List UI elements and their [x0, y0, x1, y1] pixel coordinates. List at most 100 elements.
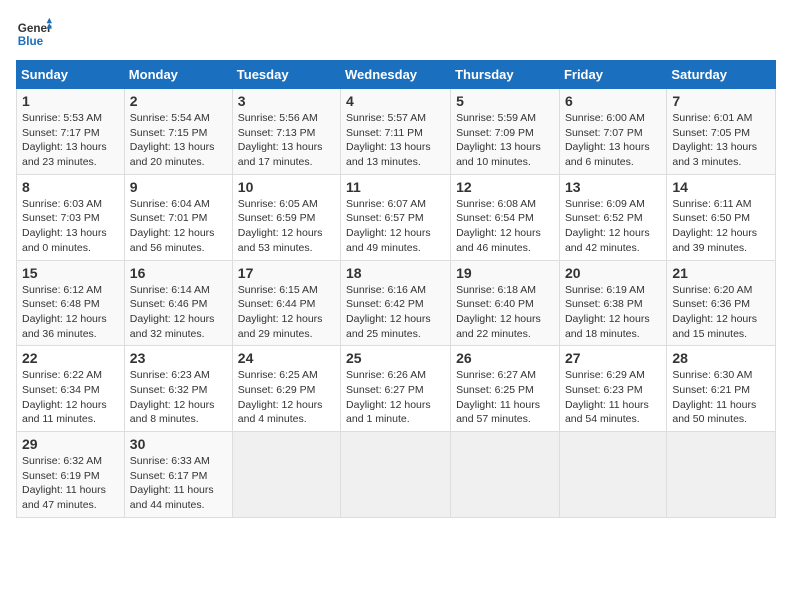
calendar-cell: 8 Sunrise: 6:03 AMSunset: 7:03 PMDayligh… — [17, 174, 125, 260]
day-number: 24 — [238, 350, 335, 366]
day-number: 29 — [22, 436, 119, 452]
col-header-monday: Monday — [124, 61, 232, 89]
col-header-thursday: Thursday — [451, 61, 560, 89]
day-number: 21 — [672, 265, 770, 281]
calendar-cell: 30 Sunrise: 6:33 AMSunset: 6:17 PMDaylig… — [124, 432, 232, 518]
day-detail: Sunrise: 6:26 AMSunset: 6:27 PMDaylight:… — [346, 369, 431, 425]
day-number: 20 — [565, 265, 661, 281]
day-detail: Sunrise: 6:29 AMSunset: 6:23 PMDaylight:… — [565, 369, 649, 425]
day-number: 7 — [672, 93, 770, 109]
day-detail: Sunrise: 6:30 AMSunset: 6:21 PMDaylight:… — [672, 369, 756, 425]
calendar-cell — [451, 432, 560, 518]
day-number: 23 — [130, 350, 227, 366]
calendar-cell: 7 Sunrise: 6:01 AMSunset: 7:05 PMDayligh… — [667, 89, 776, 175]
day-detail: Sunrise: 6:23 AMSunset: 6:32 PMDaylight:… — [130, 369, 215, 425]
day-number: 3 — [238, 93, 335, 109]
day-number: 27 — [565, 350, 661, 366]
calendar-cell: 18 Sunrise: 6:16 AMSunset: 6:42 PMDaylig… — [341, 260, 451, 346]
logo-icon: General Blue — [16, 16, 52, 52]
day-detail: Sunrise: 6:19 AMSunset: 6:38 PMDaylight:… — [565, 284, 650, 340]
day-detail: Sunrise: 6:12 AMSunset: 6:48 PMDaylight:… — [22, 284, 107, 340]
day-detail: Sunrise: 6:20 AMSunset: 6:36 PMDaylight:… — [672, 284, 757, 340]
calendar-cell: 9 Sunrise: 6:04 AMSunset: 7:01 PMDayligh… — [124, 174, 232, 260]
day-number: 9 — [130, 179, 227, 195]
calendar-cell: 16 Sunrise: 6:14 AMSunset: 6:46 PMDaylig… — [124, 260, 232, 346]
calendar-cell — [559, 432, 666, 518]
day-number: 19 — [456, 265, 554, 281]
calendar-cell: 29 Sunrise: 6:32 AMSunset: 6:19 PMDaylig… — [17, 432, 125, 518]
day-number: 4 — [346, 93, 445, 109]
col-header-friday: Friday — [559, 61, 666, 89]
day-detail: Sunrise: 6:09 AMSunset: 6:52 PMDaylight:… — [565, 198, 650, 254]
calendar-week-row: 22 Sunrise: 6:22 AMSunset: 6:34 PMDaylig… — [17, 346, 776, 432]
calendar-cell: 17 Sunrise: 6:15 AMSunset: 6:44 PMDaylig… — [232, 260, 340, 346]
calendar-week-row: 8 Sunrise: 6:03 AMSunset: 7:03 PMDayligh… — [17, 174, 776, 260]
calendar-cell: 21 Sunrise: 6:20 AMSunset: 6:36 PMDaylig… — [667, 260, 776, 346]
calendar-cell: 22 Sunrise: 6:22 AMSunset: 6:34 PMDaylig… — [17, 346, 125, 432]
day-number: 5 — [456, 93, 554, 109]
col-header-saturday: Saturday — [667, 61, 776, 89]
day-detail: Sunrise: 6:11 AMSunset: 6:50 PMDaylight:… — [672, 198, 757, 254]
calendar-cell: 23 Sunrise: 6:23 AMSunset: 6:32 PMDaylig… — [124, 346, 232, 432]
day-detail: Sunrise: 5:57 AMSunset: 7:11 PMDaylight:… — [346, 112, 431, 168]
day-number: 15 — [22, 265, 119, 281]
calendar-cell — [341, 432, 451, 518]
day-number: 28 — [672, 350, 770, 366]
day-detail: Sunrise: 5:56 AMSunset: 7:13 PMDaylight:… — [238, 112, 323, 168]
day-detail: Sunrise: 6:18 AMSunset: 6:40 PMDaylight:… — [456, 284, 541, 340]
calendar-cell: 6 Sunrise: 6:00 AMSunset: 7:07 PMDayligh… — [559, 89, 666, 175]
col-header-wednesday: Wednesday — [341, 61, 451, 89]
day-detail: Sunrise: 6:15 AMSunset: 6:44 PMDaylight:… — [238, 284, 323, 340]
day-number: 2 — [130, 93, 227, 109]
calendar-cell: 24 Sunrise: 6:25 AMSunset: 6:29 PMDaylig… — [232, 346, 340, 432]
day-number: 30 — [130, 436, 227, 452]
day-detail: Sunrise: 6:04 AMSunset: 7:01 PMDaylight:… — [130, 198, 215, 254]
svg-text:Blue: Blue — [18, 35, 44, 48]
col-header-tuesday: Tuesday — [232, 61, 340, 89]
calendar-cell: 20 Sunrise: 6:19 AMSunset: 6:38 PMDaylig… — [559, 260, 666, 346]
day-number: 18 — [346, 265, 445, 281]
day-number: 25 — [346, 350, 445, 366]
day-detail: Sunrise: 6:01 AMSunset: 7:05 PMDaylight:… — [672, 112, 757, 168]
calendar-cell: 3 Sunrise: 5:56 AMSunset: 7:13 PMDayligh… — [232, 89, 340, 175]
logo: General Blue — [16, 16, 52, 52]
col-header-sunday: Sunday — [17, 61, 125, 89]
page-header: General Blue — [16, 16, 776, 52]
day-detail: Sunrise: 6:07 AMSunset: 6:57 PMDaylight:… — [346, 198, 431, 254]
calendar-cell: 2 Sunrise: 5:54 AMSunset: 7:15 PMDayligh… — [124, 89, 232, 175]
calendar-cell: 13 Sunrise: 6:09 AMSunset: 6:52 PMDaylig… — [559, 174, 666, 260]
calendar-table: SundayMondayTuesdayWednesdayThursdayFrid… — [16, 60, 776, 518]
calendar-cell: 28 Sunrise: 6:30 AMSunset: 6:21 PMDaylig… — [667, 346, 776, 432]
calendar-cell: 25 Sunrise: 6:26 AMSunset: 6:27 PMDaylig… — [341, 346, 451, 432]
day-detail: Sunrise: 5:54 AMSunset: 7:15 PMDaylight:… — [130, 112, 215, 168]
day-number: 16 — [130, 265, 227, 281]
calendar-week-row: 1 Sunrise: 5:53 AMSunset: 7:17 PMDayligh… — [17, 89, 776, 175]
day-number: 8 — [22, 179, 119, 195]
day-number: 17 — [238, 265, 335, 281]
day-detail: Sunrise: 6:27 AMSunset: 6:25 PMDaylight:… — [456, 369, 540, 425]
day-detail: Sunrise: 6:33 AMSunset: 6:17 PMDaylight:… — [130, 455, 214, 511]
calendar-cell: 15 Sunrise: 6:12 AMSunset: 6:48 PMDaylig… — [17, 260, 125, 346]
day-number: 22 — [22, 350, 119, 366]
calendar-cell: 5 Sunrise: 5:59 AMSunset: 7:09 PMDayligh… — [451, 89, 560, 175]
calendar-cell — [667, 432, 776, 518]
calendar-week-row: 29 Sunrise: 6:32 AMSunset: 6:19 PMDaylig… — [17, 432, 776, 518]
calendar-cell: 11 Sunrise: 6:07 AMSunset: 6:57 PMDaylig… — [341, 174, 451, 260]
day-number: 26 — [456, 350, 554, 366]
day-detail: Sunrise: 6:05 AMSunset: 6:59 PMDaylight:… — [238, 198, 323, 254]
day-detail: Sunrise: 6:00 AMSunset: 7:07 PMDaylight:… — [565, 112, 650, 168]
day-detail: Sunrise: 6:08 AMSunset: 6:54 PMDaylight:… — [456, 198, 541, 254]
calendar-cell — [232, 432, 340, 518]
day-detail: Sunrise: 6:14 AMSunset: 6:46 PMDaylight:… — [130, 284, 215, 340]
day-number: 10 — [238, 179, 335, 195]
calendar-cell: 19 Sunrise: 6:18 AMSunset: 6:40 PMDaylig… — [451, 260, 560, 346]
day-number: 1 — [22, 93, 119, 109]
day-detail: Sunrise: 6:03 AMSunset: 7:03 PMDaylight:… — [22, 198, 107, 254]
svg-text:General: General — [18, 22, 52, 35]
calendar-cell: 27 Sunrise: 6:29 AMSunset: 6:23 PMDaylig… — [559, 346, 666, 432]
calendar-week-row: 15 Sunrise: 6:12 AMSunset: 6:48 PMDaylig… — [17, 260, 776, 346]
calendar-cell: 10 Sunrise: 6:05 AMSunset: 6:59 PMDaylig… — [232, 174, 340, 260]
day-number: 13 — [565, 179, 661, 195]
calendar-header-row: SundayMondayTuesdayWednesdayThursdayFrid… — [17, 61, 776, 89]
day-number: 11 — [346, 179, 445, 195]
